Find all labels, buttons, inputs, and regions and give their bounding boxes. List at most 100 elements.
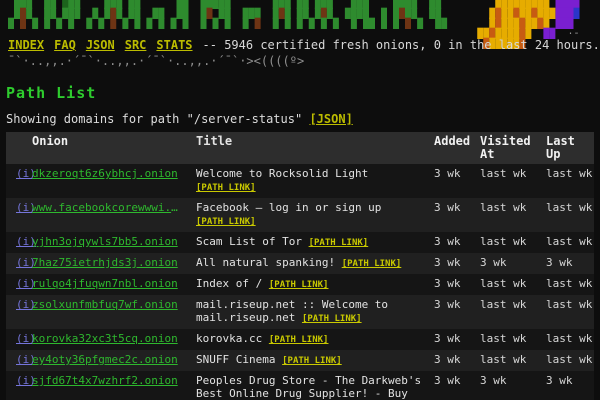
nav-link-faq[interactable]: FAQ <box>54 38 76 52</box>
title-text: Scam List of Tor <box>196 235 302 248</box>
last-up-cell: last wk <box>542 332 594 345</box>
title-text: Index of / <box>196 277 262 290</box>
title-cell: All natural spanking! [PATH LINK] <box>184 256 430 271</box>
info-cell: (i) <box>6 277 32 290</box>
visited-at-cell: last wk <box>476 167 542 180</box>
last-up-cell: last wk <box>542 298 594 311</box>
nav-link-stats[interactable]: STATS <box>156 38 192 52</box>
page-title: Path List <box>6 84 96 102</box>
added-cell: 3 wk <box>430 353 476 366</box>
header-last-up: Last Up <box>542 135 594 161</box>
table-row: (i)dkzeroqt6z6ybhcj.onion Welcome to Rock… <box>6 164 594 198</box>
table-header-row: Onion Title Added Visited At Last Up <box>6 132 594 164</box>
info-cell: (i) <box>6 201 32 214</box>
last-up-cell: last wk <box>542 201 594 214</box>
path-link[interactable]: [PATH LINK] <box>269 280 329 290</box>
info-cell: (i) <box>6 167 32 180</box>
title-cell: Scam List of Tor [PATH LINK] <box>184 235 430 250</box>
table-row: (i)sjfd67t4x7wzhrf2.onion Peoples Drug St… <box>6 371 594 400</box>
visited-at-cell: 3 wk <box>476 374 542 387</box>
added-cell: 3 wk <box>430 374 476 387</box>
onion-cell: www.facebookcorewwwi.onion <box>32 201 184 214</box>
path-link[interactable]: [PATH LINK] <box>302 314 362 324</box>
onion-cell: zsolxunfmbfuq7wf.onion <box>32 298 184 311</box>
last-up-cell: 3 wk <box>542 256 594 269</box>
table-row: (i)zsolxunfmbfuq7wf.onion mail.riseup.net… <box>6 295 594 329</box>
onion-link[interactable]: yjhn3ojqywls7bb5.onion <box>32 235 178 248</box>
added-cell: 3 wk <box>430 298 476 311</box>
added-cell: 3 wk <box>430 201 476 214</box>
visited-at-cell: last wk <box>476 277 542 290</box>
last-up-cell: last wk <box>542 235 594 248</box>
header-onion: Onion <box>32 135 184 148</box>
onion-link[interactable]: korovka32xc3t5cq.onion <box>32 332 178 345</box>
path-link[interactable]: [PATH LINK] <box>196 183 256 193</box>
last-up-cell: last wk <box>542 353 594 366</box>
visited-at-cell: last wk <box>476 201 542 214</box>
header-title: Title <box>184 135 430 148</box>
last-up-cell: last wk <box>542 277 594 290</box>
title-text: Facebook – log in or sign up <box>196 201 381 214</box>
title-text: Peoples Drug Store - The Darkweb's Best … <box>196 374 421 400</box>
table-row: (i)www.facebookcorewwwi.onion Facebook – … <box>6 198 594 232</box>
added-cell: 3 wk <box>430 277 476 290</box>
title-cell: SNUFF Cinema [PATH LINK] <box>184 353 430 368</box>
nav-link-src[interactable]: SRC <box>125 38 147 52</box>
added-cell: 3 wk <box>430 256 476 269</box>
onion-cell: ey4oty36pfgmec2c.onion <box>32 353 184 366</box>
info-cell: (i) <box>6 374 32 387</box>
onion-cell: rulqo4jfuqwn7nbl.onion <box>32 277 184 290</box>
table-row: (i)yjhn3ojqywls7bb5.onion Scam List of To… <box>6 232 594 253</box>
title-cell: korovka.cc [PATH LINK] <box>184 332 430 347</box>
table-row: (i)rulqo4jfuqwn7nbl.onion Index of / [PAT… <box>6 274 594 295</box>
onion-link[interactable]: 7haz75ietrhjds3j.onion <box>32 256 178 269</box>
title-cell: Peoples Drug Store - The Darkweb's Best … <box>184 374 430 400</box>
showing-domains-line: Showing domains for path "/server-status… <box>6 112 353 126</box>
info-cell: (i) <box>6 353 32 366</box>
nav-link-index[interactable]: INDEX <box>8 38 44 52</box>
onion-cell: yjhn3ojqywls7bb5.onion <box>32 235 184 248</box>
onion-counts-text: -- 5946 certified fresh onions, 0 in the… <box>203 38 600 52</box>
title-text: All natural spanking! <box>196 256 335 269</box>
onion-link[interactable]: dkzeroqt6z6ybhcj.onion <box>32 167 178 180</box>
path-link[interactable]: [PATH LINK] <box>196 217 256 227</box>
json-link[interactable]: [JSON] <box>309 112 352 126</box>
onion-link[interactable]: ey4oty36pfgmec2c.onion <box>32 353 178 366</box>
nav-link-json[interactable]: JSON <box>86 38 115 52</box>
showing-domains-text: Showing domains for path "/server-status… <box>6 112 302 126</box>
last-up-cell: last wk <box>542 167 594 180</box>
top-nav: INDEX FAQ JSON SRC STATS -- 5946 certified fr… <box>8 38 600 52</box>
onion-cell: korovka32xc3t5cq.onion <box>32 332 184 345</box>
onion-table: Onion Title Added Visited At Last Up (i)… <box>6 132 594 400</box>
info-cell: (i) <box>6 235 32 248</box>
path-link[interactable]: [PATH LINK] <box>309 238 369 248</box>
visited-at-cell: last wk <box>476 353 542 366</box>
visited-at-cell: last wk <box>476 235 542 248</box>
onion-link[interactable]: rulqo4jfuqwn7nbl.onion <box>32 277 178 290</box>
title-cell: Index of / [PATH LINK] <box>184 277 430 292</box>
title-text: SNUFF Cinema <box>196 353 275 366</box>
title-cell: mail.riseup.net :: Welcome to mail.riseu… <box>184 298 430 326</box>
visited-at-cell: last wk <box>476 332 542 345</box>
table-row: (i)7haz75ietrhjds3j.onion All natural spa… <box>6 253 594 274</box>
onion-cell: dkzeroqt6z6ybhcj.onion <box>32 167 184 180</box>
info-cell: (i) <box>6 256 32 269</box>
header-visited-at: Visited At <box>476 135 542 161</box>
info-cell: (i) <box>6 298 32 311</box>
onion-cell: sjfd67t4x7wzhrf2.onion <box>32 374 184 387</box>
onion-link[interactable]: sjfd67t4x7wzhrf2.onion <box>32 374 178 387</box>
added-cell: 3 wk <box>430 167 476 180</box>
onion-cell: 7haz75ietrhjds3j.onion <box>32 256 184 269</box>
path-link[interactable]: [PATH LINK] <box>269 335 329 345</box>
title-text: Welcome to Rocksolid Light <box>196 167 368 180</box>
onion-link[interactable]: www.facebookcorewwwi.onion <box>32 201 180 214</box>
header-added: Added <box>430 135 476 148</box>
path-link[interactable]: [PATH LINK] <box>282 356 342 366</box>
path-link[interactable]: [PATH LINK] <box>342 259 402 269</box>
visited-at-cell: last wk <box>476 298 542 311</box>
table-body: (i)dkzeroqt6z6ybhcj.onionWelcome to Rock… <box>6 164 594 400</box>
table-row: (i)ey4oty36pfgmec2c.onion SNUFF Cinema [P… <box>6 350 594 371</box>
onion-link[interactable]: zsolxunfmbfuq7wf.onion <box>32 298 178 311</box>
title-text: korovka.cc <box>196 332 262 345</box>
title-cell: Facebook – log in or sign up [PATH LINK] <box>184 201 430 229</box>
